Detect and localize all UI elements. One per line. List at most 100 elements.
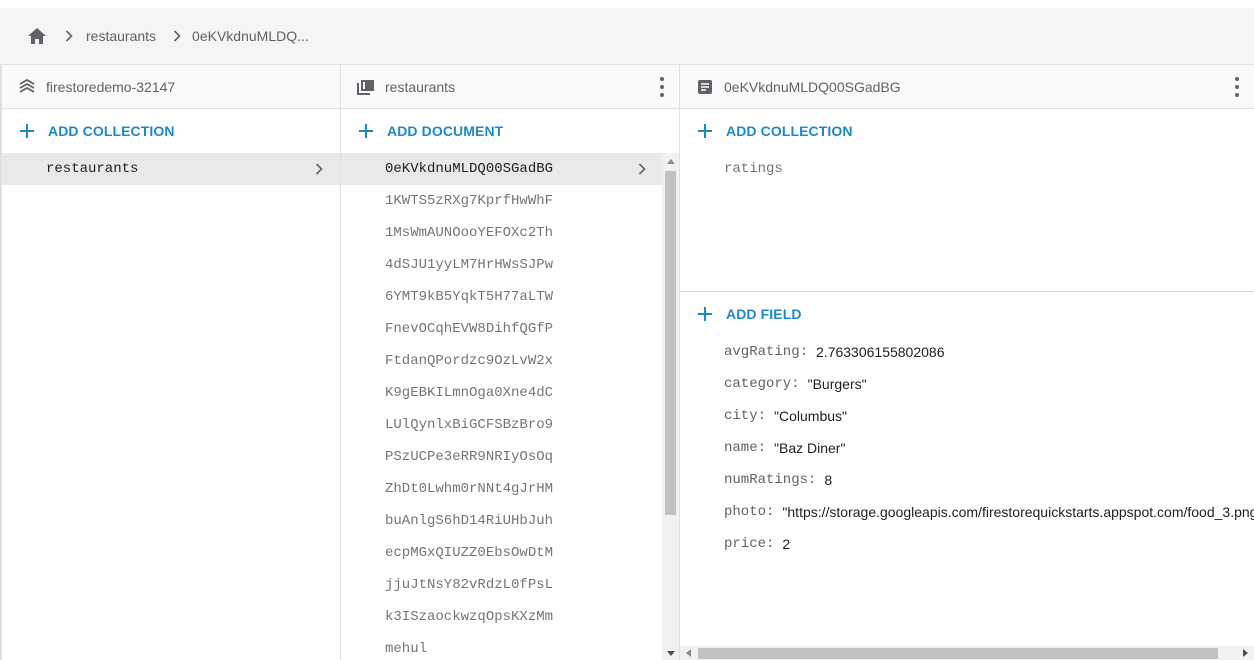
document-item[interactable]: FtdanQPordzc9OzLvW2x — [341, 345, 663, 377]
scroll-down-icon[interactable] — [666, 649, 675, 658]
document-id: ZhDt0Lwhm0rNNt4gJrHM — [385, 481, 554, 497]
field-row[interactable]: numRatings: 8 — [680, 464, 1254, 496]
document-id: 4dSJU1yyLM7HrHWsSJPw — [385, 257, 554, 273]
scroll-up-icon[interactable] — [666, 157, 675, 166]
document-list: 0eKVkdnuMLDQ00SGadBG 1KWTS5zRXg7KprfHwWh… — [341, 153, 663, 660]
field-value: "Burgers" — [807, 376, 867, 392]
collection-panel-header: restaurants — [341, 65, 679, 109]
field-row[interactable]: avgRating: 2.763306155802086 — [680, 336, 1254, 368]
field-list: avgRating: 2.763306155802086 category: "Bu… — [680, 336, 1254, 560]
document-id: K9gEBKILmnOga0Xne4dC — [385, 385, 554, 401]
document-list-scrollbar[interactable] — [662, 153, 679, 660]
field-key: avgRating: — [724, 344, 809, 360]
document-item[interactable]: 0eKVkdnuMLDQ00SGadBG — [341, 153, 663, 185]
field-value: 2.763306155802086 — [816, 344, 945, 360]
scrollbar-thumb[interactable] — [665, 171, 676, 515]
field-key: numRatings: — [724, 472, 817, 488]
field-row[interactable]: name: "Baz Diner" — [680, 432, 1254, 464]
document-id: jjuJtNsY82vRdzL0fPsL — [385, 577, 554, 593]
plus-icon — [696, 122, 714, 140]
document-panel-hscrollbar[interactable] — [680, 646, 1254, 660]
field-value: "Columbus" — [774, 408, 847, 424]
document-item[interactable]: K9gEBKILmnOga0Xne4dC — [341, 377, 663, 409]
breadcrumb-document[interactable]: 0eKVkdnuMLDQ... — [192, 28, 309, 44]
root-panel-header: firestoredemo-32147 — [2, 65, 340, 109]
add-collection-label: ADD COLLECTION — [726, 123, 853, 139]
plus-icon — [18, 122, 36, 140]
scroll-left-icon[interactable] — [684, 648, 693, 657]
subcollection-section: ADD COLLECTION ratings — [680, 109, 1254, 292]
document-id: LUlQynlxBiGCFSBzBro9 — [385, 417, 554, 433]
collection-item-restaurants[interactable]: restaurants — [2, 153, 340, 185]
document-title: 0eKVkdnuMLDQ00SGadBG — [724, 78, 901, 95]
document-item[interactable]: 1MsWmAUNOooYEFOXc2Th — [341, 217, 663, 249]
add-subcollection-button[interactable]: ADD COLLECTION — [680, 109, 1254, 153]
field-value: "Baz Diner" — [774, 440, 846, 456]
collection-title: restaurants — [385, 78, 456, 95]
document-id: 1KWTS5zRXg7KprfHwWhF — [385, 193, 554, 209]
document-icon — [696, 78, 714, 96]
scroll-right-icon[interactable] — [1241, 648, 1250, 657]
field-row[interactable]: photo: "https://storage.googleapis.com/fi… — [680, 496, 1254, 528]
field-key: city: — [724, 408, 767, 424]
field-key: photo: — [724, 504, 775, 520]
field-value: 2 — [782, 536, 791, 552]
document-item[interactable]: 4dSJU1yyLM7HrHWsSJPw — [341, 249, 663, 281]
add-collection-button[interactable]: ADD COLLECTION — [2, 109, 340, 153]
chevron-right-icon — [170, 29, 184, 43]
document-id: 0eKVkdnuMLDQ00SGadBG — [385, 161, 554, 177]
document-panel: 0eKVkdnuMLDQ00SGadBG ADD COLLECTION rati… — [680, 65, 1254, 660]
field-row[interactable]: city: "Columbus" — [680, 400, 1254, 432]
breadcrumb: restaurants 0eKVkdnuMLDQ... — [0, 0, 1254, 65]
chevron-right-icon — [312, 162, 326, 176]
chevron-right-icon — [62, 29, 76, 43]
add-document-button[interactable]: ADD DOCUMENT — [341, 109, 679, 153]
field-key: category: — [724, 376, 800, 392]
document-item[interactable]: 1KWTS5zRXg7KprfHwWhF — [341, 185, 663, 217]
document-id: 6YMT9kB5YqkT5H77aLTW — [385, 289, 554, 305]
document-item[interactable]: ecpMGxQIUZZ0EbsOwDtM — [341, 537, 663, 569]
document-item[interactable]: FnevOCqhEVW8DihfQGfP — [341, 313, 663, 345]
document-item[interactable]: LUlQynlxBiGCFSBzBro9 — [341, 409, 663, 441]
document-id: FnevOCqhEVW8DihfQGfP — [385, 321, 554, 337]
collection-panel: restaurants ADD DOCUMENT 0eKVkdnuMLDQ00S… — [341, 65, 680, 660]
add-field-label: ADD FIELD — [726, 306, 802, 322]
field-key: name: — [724, 440, 767, 456]
add-document-label: ADD DOCUMENT — [387, 123, 504, 139]
database-icon — [18, 78, 36, 96]
document-item[interactable]: jjuJtNsY82vRdzL0fPsL — [341, 569, 663, 601]
collection-item-label: restaurants — [46, 161, 139, 177]
root-panel: firestoredemo-32147 ADD COLLECTION resta… — [0, 65, 341, 660]
chevron-right-icon — [635, 162, 649, 176]
subcollection-label: ratings — [724, 161, 783, 177]
project-title: firestoredemo-32147 — [46, 78, 176, 95]
field-row[interactable]: price: 2 — [680, 528, 1254, 560]
document-item[interactable]: k3ISzaockwzqOpsKXzMm — [341, 601, 663, 633]
document-id: k3ISzaockwzqOpsKXzMm — [385, 609, 554, 625]
add-field-button[interactable]: ADD FIELD — [680, 292, 1254, 336]
document-item[interactable]: 6YMT9kB5YqkT5H77aLTW — [341, 281, 663, 313]
document-item[interactable]: buAnlgS6hD14RiUHbJuh — [341, 505, 663, 537]
document-id: 1MsWmAUNOooYEFOXc2Th — [385, 225, 554, 241]
field-key: price: — [724, 536, 775, 552]
document-item[interactable]: mehul — [341, 633, 663, 660]
field-value: "https://storage.googleapis.com/firestor… — [782, 504, 1254, 520]
add-collection-label: ADD COLLECTION — [48, 123, 175, 139]
document-item[interactable]: PSzUCPe3eRR9NRIyOsOq — [341, 441, 663, 473]
document-id: ecpMGxQIUZZ0EbsOwDtM — [385, 545, 554, 561]
home-icon[interactable] — [26, 25, 48, 47]
document-id: FtdanQPordzc9OzLvW2x — [385, 353, 554, 369]
document-item[interactable]: ZhDt0Lwhm0rNNt4gJrHM — [341, 473, 663, 505]
plus-icon — [357, 122, 375, 140]
collection-icon — [357, 78, 375, 96]
field-value: 8 — [824, 472, 833, 488]
document-id: mehul — [385, 641, 428, 657]
subcollection-item[interactable]: ratings — [680, 153, 1254, 185]
field-row[interactable]: category: "Burgers" — [680, 368, 1254, 400]
more-vert-icon[interactable] — [1234, 77, 1240, 97]
more-vert-icon[interactable] — [659, 77, 665, 97]
breadcrumb-collection[interactable]: restaurants — [86, 28, 156, 44]
document-id: buAnlgS6hD14RiUHbJuh — [385, 513, 554, 529]
scrollbar-thumb[interactable] — [698, 648, 1218, 659]
plus-icon — [696, 305, 714, 323]
